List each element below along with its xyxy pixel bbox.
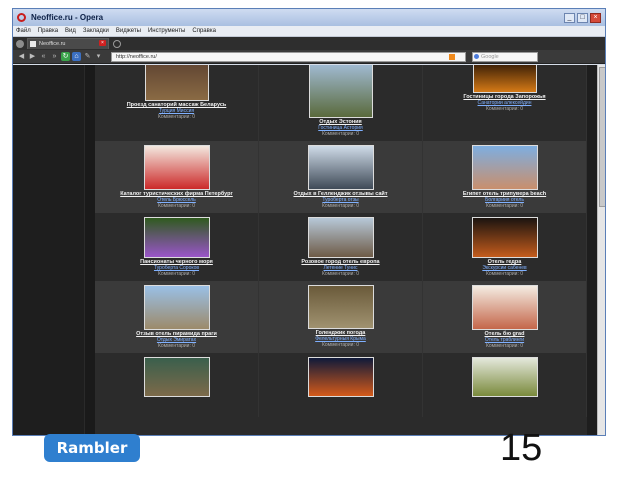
gallery-thumbnail[interactable] <box>472 65 537 93</box>
menu-widgets[interactable]: Виджеты <box>116 28 141 34</box>
gallery-item-comments: Комментарии: 0 <box>485 343 524 349</box>
rambler-logo-text: Rambler <box>56 439 128 457</box>
right-gutter <box>587 65 597 435</box>
gallery-row: Отзыв отель пирамида праги Отдых Эмиратах… <box>95 281 587 353</box>
navigation-bar: ◀ ▶ « » ↻ ⌂ ✎ ▾ http://neoffice.ru/ Goog… <box>13 50 605 64</box>
gallery-item-comments: Комментарии: 0 <box>157 203 196 209</box>
menu-view[interactable]: Вид <box>65 28 76 34</box>
edit-icon[interactable]: ✎ <box>83 52 92 61</box>
gallery-item <box>423 353 587 417</box>
minimize-button[interactable]: _ <box>564 12 575 23</box>
gallery-item-comments: Комментарии: 0 <box>321 271 360 277</box>
rss-icon[interactable] <box>449 53 455 60</box>
menu-help[interactable]: Справка <box>192 28 216 34</box>
gallery-item: Каталог туристических фирма Петербург Оте… <box>95 141 259 213</box>
gallery-row: Пансионаты черного моря Туроберта Сороков… <box>95 213 587 281</box>
gallery-item: Отель гедра Экскурсии сабенев Комментарии:… <box>423 213 587 281</box>
title-bar: Neoffice.ru - Opera _ □ × <box>13 9 605 26</box>
address-field[interactable]: http://neoffice.ru/ <box>111 51 466 62</box>
gallery-thumbnail[interactable] <box>143 285 210 330</box>
search-field[interactable]: Google <box>472 51 538 62</box>
scrollbar-thumb[interactable] <box>599 67 605 207</box>
gallery-item-comments: Комментарии: 0 <box>485 271 524 277</box>
gallery-thumbnail[interactable] <box>471 145 538 190</box>
gallery-item-comments: Комментарии: 0 <box>321 131 360 137</box>
gallery-item-comments: Комментарии: 0 <box>157 271 196 277</box>
gallery-item: Отдых в Гелленджик отзывы сайт Туроберта … <box>259 141 423 213</box>
gallery-thumbnail[interactable] <box>307 145 374 190</box>
gallery-item <box>95 353 259 417</box>
new-tab-button[interactable] <box>113 39 121 48</box>
menu-bookmarks[interactable]: Закладки <box>83 28 109 34</box>
home-button[interactable]: ⌂ <box>72 52 81 61</box>
gallery-thumbnail[interactable] <box>471 217 538 258</box>
gallery-thumbnail[interactable] <box>143 145 210 190</box>
tab-bar: Neoffice.ru × <box>13 37 605 50</box>
gallery-item-comments: Комментарии: 0 <box>485 203 524 209</box>
tab-label: Neoffice.ru <box>39 41 66 47</box>
gallery-item: Отзыв отель пирамида праги Отдых Эмиратах… <box>95 281 259 353</box>
gallery-item-comments: Комментарии: 0 <box>157 343 196 349</box>
close-button[interactable]: × <box>590 12 601 23</box>
fast-forward-button[interactable]: » <box>50 52 59 61</box>
turbo-icon[interactable]: ▾ <box>94 52 103 61</box>
photo-grid: Проезд санаторий массаж Беларусь Турция М… <box>95 65 587 417</box>
gallery-item-comments: Комментарии: 0 <box>157 114 196 120</box>
gallery-item: Голенджик погода Фелельтурныя Крыма Коммен… <box>259 281 423 353</box>
menu-edit[interactable]: Правка <box>38 28 58 34</box>
search-placeholder: Google <box>481 53 499 60</box>
gallery-item <box>259 353 423 417</box>
gallery-thumbnail[interactable] <box>471 357 538 397</box>
gallery-item: Пансионаты черного моря Туроберта Сороков… <box>95 213 259 281</box>
gallery-item: Гостиницы города Запорожья Санатории алек… <box>423 65 587 141</box>
page-viewport: Проезд санаторий массаж Беларусь Турция М… <box>13 65 605 435</box>
gallery-thumbnail[interactable] <box>307 357 374 397</box>
gallery-item: Проезд санаторий массаж Беларусь Турция М… <box>95 65 259 141</box>
gallery-thumbnail[interactable] <box>143 217 210 258</box>
back-button[interactable]: ◀ <box>17 52 26 61</box>
slide-page-number: 15 <box>500 427 543 469</box>
window-title: Neoffice.ru - Opera <box>31 13 104 22</box>
gallery-thumbnail[interactable] <box>143 357 210 397</box>
forward-button[interactable]: ▶ <box>28 52 37 61</box>
tab-neoffice[interactable]: Neoffice.ru × <box>27 38 109 49</box>
maximize-button[interactable]: □ <box>577 12 588 23</box>
menu-file[interactable]: Файл <box>16 28 31 34</box>
gallery-page: Проезд санаторий массаж Беларусь Турция М… <box>95 65 587 435</box>
gallery-item: Отдых Эстония Гостиница Астория Комментари… <box>259 65 423 141</box>
gallery-item: Розовое город отель европа Летение Тунис К… <box>259 213 423 281</box>
opera-logo-icon <box>17 13 26 22</box>
address-url: http://neoffice.ru/ <box>116 53 157 60</box>
gallery-row: Каталог туристических фирма Петербург Оте… <box>95 141 587 213</box>
menu-tools[interactable]: Инструменты <box>148 28 185 34</box>
tab-close-icon[interactable]: × <box>99 40 106 46</box>
gallery-thumbnail[interactable] <box>307 217 374 258</box>
google-icon <box>474 53 479 59</box>
gallery-thumbnail[interactable] <box>308 65 373 118</box>
gallery-item: Отель бю grad Отель траблинги Комментарии:… <box>423 281 587 353</box>
gallery-item-comments: Комментарии: 0 <box>485 106 524 112</box>
gallery-item-comments: Комментарии: 0 <box>321 342 360 348</box>
left-gutter <box>13 65 85 435</box>
scrollbar[interactable] <box>597 65 605 435</box>
favicon-icon <box>30 41 36 47</box>
gallery-row <box>95 353 587 417</box>
menu-bar: Файл Правка Вид Закладки Виджеты Инструм… <box>13 26 605 37</box>
rambler-logo: Rambler <box>44 434 140 462</box>
opera-menu-button[interactable] <box>16 39 24 48</box>
rewind-button[interactable]: « <box>39 52 48 61</box>
gallery-row: Проезд санаторий массаж Беларусь Турция М… <box>95 65 587 141</box>
browser-window: Neoffice.ru - Opera _ □ × Файл Правка Ви… <box>12 8 606 436</box>
gallery-thumbnail[interactable] <box>471 285 538 330</box>
gallery-thumbnail[interactable] <box>144 65 209 101</box>
gallery-item-comments: Комментарии: 0 <box>321 203 360 209</box>
gallery-item: Египет отель трипувера beach Болгариия от… <box>423 141 587 213</box>
reload-button[interactable]: ↻ <box>61 52 70 61</box>
gallery-thumbnail[interactable] <box>307 285 374 329</box>
